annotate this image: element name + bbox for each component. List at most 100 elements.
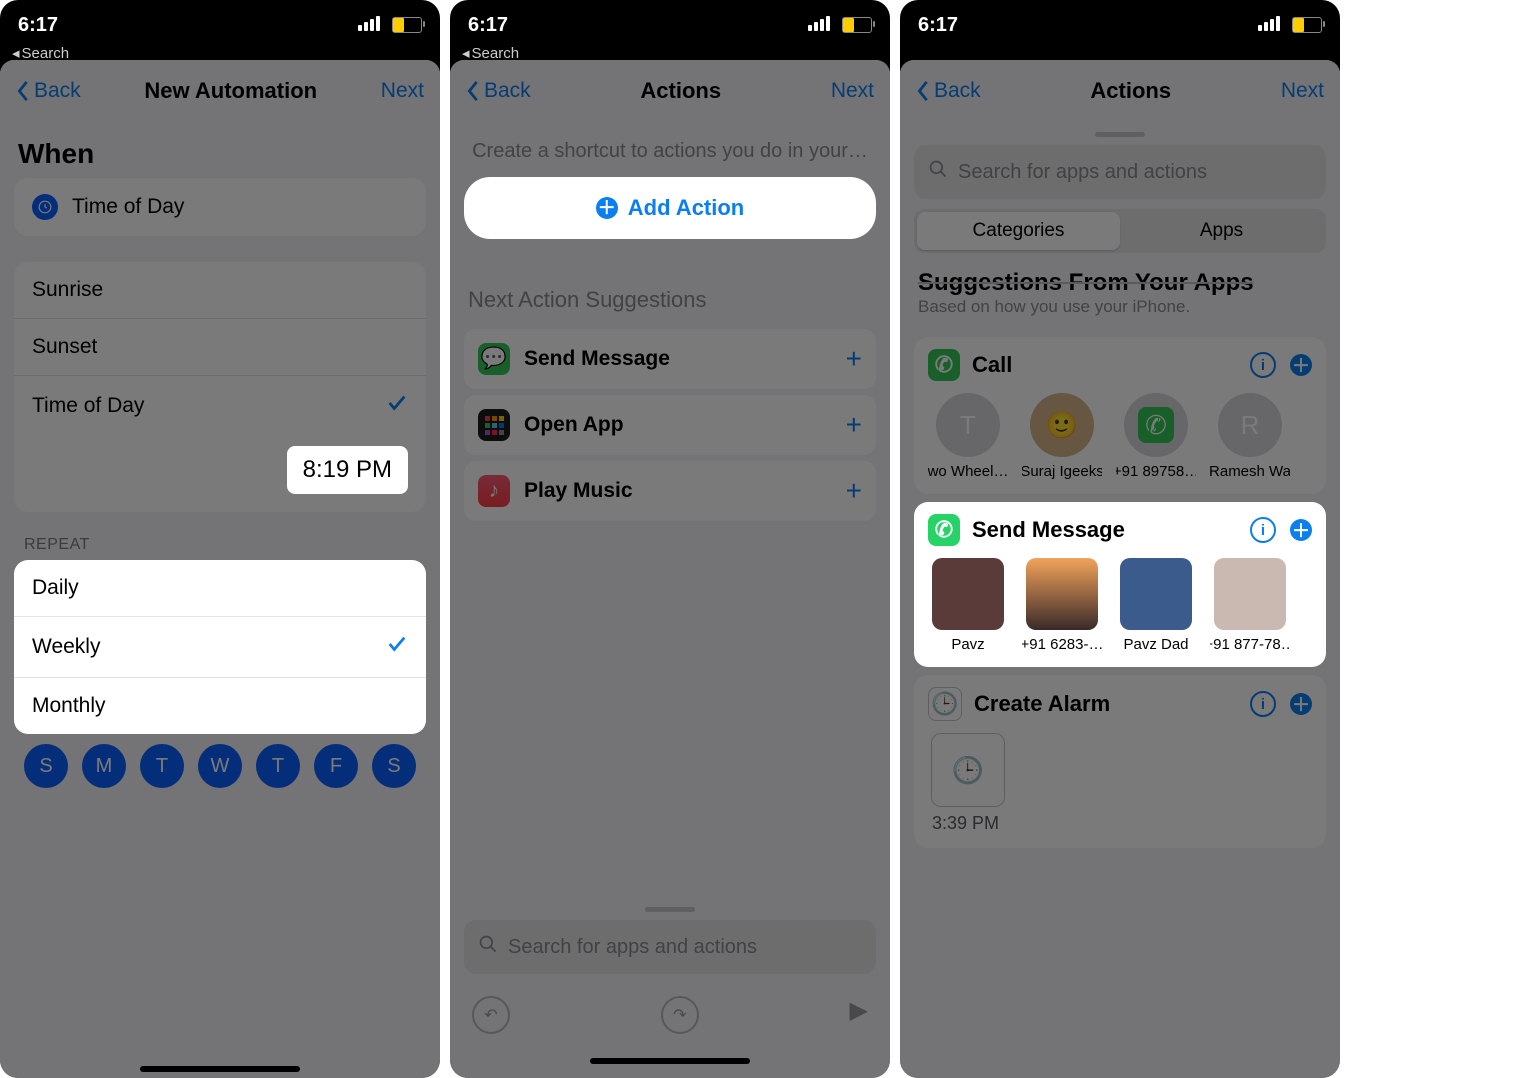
home-indicator[interactable] xyxy=(140,1066,300,1072)
day-thu[interactable]: T xyxy=(256,744,300,788)
nav-bar: Back New Automation Next xyxy=(0,60,440,122)
grid-icon xyxy=(478,409,510,441)
day-mon[interactable]: M xyxy=(82,744,126,788)
add-action-button[interactable]: ＋ Add Action xyxy=(464,177,876,239)
avatar xyxy=(1120,558,1192,630)
repeat-label: REPEAT xyxy=(0,512,440,560)
suggestions-heading: Next Action Suggestions xyxy=(450,245,890,323)
contact-item[interactable]: ✆+91 89758… xyxy=(1116,393,1196,480)
battery-fill xyxy=(393,18,404,32)
suggestion-send-message[interactable]: 💬 Send Message + xyxy=(464,329,876,389)
avatar: ✆ xyxy=(1124,393,1188,457)
page-title: Actions xyxy=(1090,78,1171,104)
plus-icon: ＋ xyxy=(596,197,618,219)
search-icon xyxy=(478,934,498,960)
segment-categories[interactable]: Categories xyxy=(917,212,1120,250)
contact-item[interactable]: Pavz xyxy=(928,558,1008,653)
segment-apps[interactable]: Apps xyxy=(1120,212,1323,250)
clock-app-icon: 🕒 xyxy=(928,687,962,721)
app-card-alarm: 🕒 Create Alarm i ＋ 🕒 3:39 PM xyxy=(914,675,1326,848)
add-suggestion-icon[interactable]: + xyxy=(846,409,862,441)
contact-item[interactable]: +91 6283-… xyxy=(1022,558,1102,653)
clock-icon xyxy=(32,194,58,220)
battery-icon xyxy=(392,17,422,33)
back-button[interactable]: Back xyxy=(916,79,981,103)
cellular-icon xyxy=(806,14,830,37)
day-sat[interactable]: S xyxy=(372,744,416,788)
repeat-weekly[interactable]: Weekly xyxy=(14,616,426,677)
page-title: Actions xyxy=(640,78,721,104)
next-button[interactable]: Next xyxy=(381,79,424,103)
run-button[interactable]: ▶ xyxy=(850,996,868,1034)
checkmark-icon xyxy=(386,633,408,661)
repeat-daily[interactable]: Daily xyxy=(14,560,426,616)
home-indicator[interactable] xyxy=(590,1058,750,1064)
contact-item[interactable]: Pavz Dad xyxy=(1116,558,1196,653)
app-card-call: ✆ Call i ＋ Two Wheel… 🙂Suraj Igeeks ✆+91… xyxy=(914,337,1326,494)
cellular-icon xyxy=(356,14,380,37)
when-heading: When xyxy=(0,122,440,178)
back-button[interactable]: Back xyxy=(16,79,81,103)
music-icon: ♪ xyxy=(478,475,510,507)
day-tue[interactable]: T xyxy=(140,744,184,788)
nav-bar: Back Actions Next xyxy=(900,60,1340,122)
contact-item[interactable]: RRamesh Wa xyxy=(1210,393,1290,480)
segment-control[interactable]: Categories Apps xyxy=(914,209,1326,253)
option-sunrise[interactable]: Sunrise xyxy=(14,262,426,318)
repeat-monthly[interactable]: Monthly xyxy=(14,677,426,734)
weekday-selector: S M T W T F S xyxy=(0,734,440,810)
avatar xyxy=(932,558,1004,630)
option-time-of-day[interactable]: Time of Day xyxy=(14,375,426,436)
day-wed[interactable]: W xyxy=(198,744,242,788)
add-icon[interactable]: ＋ xyxy=(1290,354,1312,376)
trigger-time-of-day[interactable]: Time of Day xyxy=(14,178,426,236)
alarm-item[interactable]: 🕒 xyxy=(928,733,1008,807)
alarm-time: 3:39 PM xyxy=(928,807,1312,834)
search-icon xyxy=(928,159,948,185)
contact-item[interactable]: 🙂Suraj Igeeks xyxy=(1022,393,1102,480)
back-button[interactable]: Back xyxy=(466,79,531,103)
add-suggestion-icon[interactable]: + xyxy=(846,475,862,507)
info-icon[interactable]: i xyxy=(1250,517,1276,543)
avatar: T xyxy=(936,393,1000,457)
nav-bar: Back Actions Next xyxy=(450,60,890,122)
search-input[interactable]: Search for apps and actions xyxy=(464,920,876,974)
screen-actions-suggestions: 6:17 ◂ Search Back Actions Next Search f… xyxy=(900,0,1340,1078)
clock-icon: 🕒 xyxy=(931,733,1005,807)
status-bar: 6:17 xyxy=(0,0,440,42)
redo-button[interactable]: ↷ xyxy=(661,996,699,1034)
option-sunset[interactable]: Sunset xyxy=(14,318,426,375)
status-bar: 6:17 xyxy=(450,0,890,42)
sheet-grabber[interactable] xyxy=(645,907,695,912)
checkmark-icon xyxy=(386,392,408,420)
info-icon[interactable]: i xyxy=(1250,691,1276,717)
contact-item[interactable]: Two Wheel… xyxy=(928,393,1008,480)
add-icon[interactable]: ＋ xyxy=(1290,693,1312,715)
status-time: 6:17 xyxy=(468,14,508,37)
search-input[interactable]: Search for apps and actions xyxy=(914,145,1326,199)
contact-item[interactable]: +91 877-78… xyxy=(1210,558,1290,653)
cellular-icon xyxy=(1256,14,1280,37)
time-picker[interactable]: 8:19 PM xyxy=(287,446,408,494)
sheet-grabber[interactable] xyxy=(1095,132,1145,137)
avatar xyxy=(1214,558,1286,630)
suggestion-play-music[interactable]: ♪ Play Music + xyxy=(464,461,876,521)
suggestion-open-app[interactable]: Open App + xyxy=(464,395,876,455)
subtitle: Create a shortcut to actions you do in y… xyxy=(450,122,890,171)
status-time: 6:17 xyxy=(918,14,958,37)
add-icon[interactable]: ＋ xyxy=(1290,519,1312,541)
day-fri[interactable]: F xyxy=(314,744,358,788)
next-button[interactable]: Next xyxy=(1281,79,1324,103)
avatar: R xyxy=(1218,393,1282,457)
page-title: New Automation xyxy=(144,78,317,104)
suggestions-subtitle: Based on how you use your iPhone. xyxy=(900,297,1340,329)
next-button[interactable]: Next xyxy=(831,79,874,103)
add-suggestion-icon[interactable]: + xyxy=(846,343,862,375)
battery-icon xyxy=(1292,17,1322,33)
messages-icon: 💬 xyxy=(478,343,510,375)
day-sun[interactable]: S xyxy=(24,744,68,788)
app-card-whatsapp: ✆ Send Message i ＋ Pavz +91 6283-… Pavz … xyxy=(914,502,1326,667)
avatar xyxy=(1026,558,1098,630)
undo-button[interactable]: ↶ xyxy=(472,996,510,1034)
info-icon[interactable]: i xyxy=(1250,352,1276,378)
